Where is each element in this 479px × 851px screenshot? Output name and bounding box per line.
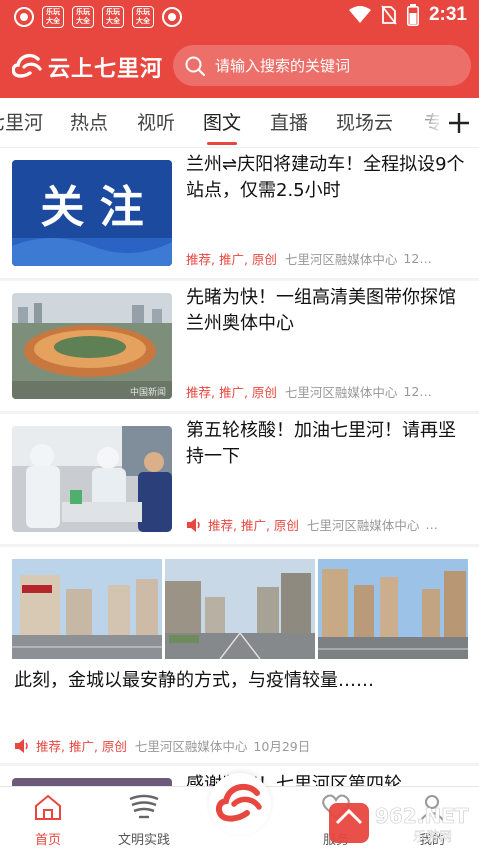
article-tags: 推荐, 推广, 原创 — [186, 252, 277, 267]
stadium-photo: 中国新闻 — [12, 293, 172, 399]
photo-watermark: 中国新闻 — [130, 386, 166, 398]
status-bar: 乐玩大全 乐玩大全 乐玩大全 乐玩大全 2:31 — [0, 0, 479, 33]
app-header: 云上七里河 请输入搜索的关键词 — [0, 33, 479, 98]
speaker-icon[interactable] — [186, 517, 202, 532]
watermark-sub: 乐游网 — [413, 830, 452, 845]
speaker-icon[interactable] — [14, 738, 30, 753]
app-notification-icon — [14, 7, 34, 27]
search-placeholder: 请输入搜索的关键词 — [215, 57, 351, 75]
no-sim-icon — [381, 5, 397, 25]
skyline-photo — [318, 559, 468, 659]
article-source: 七里河区融媒体中心 — [306, 518, 420, 533]
clock: 2:31 — [428, 4, 467, 25]
article-feed: 关 注 兰州⇌庆阳将建动车！全程拟设9个站点，仅需2.5小时 推荐, 推广, 原… — [0, 148, 479, 786]
article-title[interactable]: 第五轮核酸！加油七里河！请再坚持一下 — [186, 418, 468, 470]
article-thumbnail: 关 注 — [12, 160, 172, 266]
article-source: 七里河区融媒体中心 — [284, 252, 398, 267]
article-tags: 推荐, 推广, 原创 — [208, 518, 299, 533]
search-icon — [185, 56, 205, 76]
empty-avenue-photo — [165, 559, 315, 659]
article-time: 10月29日 — [253, 739, 311, 754]
article-title[interactable]: 此刻，金城以最安静的方式，与疫情较量…… — [14, 668, 464, 694]
cloud-logo-icon — [215, 783, 262, 822]
article-time: … — [425, 517, 438, 532]
article-meta: 推荐, 推广, 原创 七里河区融媒体中心 12… — [186, 249, 432, 268]
article-title[interactable]: 先睹为快！一组高清美图带你探馆兰州奥体中心 — [186, 285, 468, 337]
article-card[interactable]: 关 注 兰州⇌庆阳将建动车！全程拟设9个站点，仅需2.5小时 推荐, 推广, 原… — [0, 148, 479, 278]
add-channel-button[interactable] — [439, 98, 479, 147]
article-source: 七里河区融媒体中心 — [284, 385, 398, 400]
bottom-navigation: 首页 文明实践 服务 我的 962.NET 乐游网 — [0, 773, 479, 851]
system-icons: 2:31 — [348, 4, 467, 26]
badge-notification-icon: 乐玩大全 — [132, 6, 154, 28]
article-meta: 推荐, 推广, 原创 七里河区融媒体中心 … — [186, 515, 438, 534]
article-tags: 推荐, 推广, 原创 — [36, 739, 127, 754]
site-watermark: 962.NET 乐游网 — [329, 803, 469, 845]
attention-banner-image: 关 注 — [12, 160, 172, 266]
app-name: 云上七里河 — [48, 57, 164, 82]
watermark-text: 962.NET — [375, 804, 469, 828]
article-time: 12… — [403, 384, 432, 399]
tab-hot[interactable]: 热点 — [70, 108, 108, 135]
cloud-logo-icon — [12, 53, 42, 78]
article-thumbnail — [12, 778, 172, 786]
nav-civilization-label: 文明实践 — [117, 833, 170, 848]
home-icon — [35, 794, 61, 820]
tab-qilihe[interactable]: 七里河 — [0, 108, 43, 135]
channel-tabs: 七里河 热点 视听 图文 直播 现场云 专题 — [0, 98, 479, 148]
article-time: 12… — [403, 251, 432, 266]
article-title[interactable]: 兰州⇌庆阳将建动车！全程拟设9个站点，仅需2.5小时 — [186, 152, 468, 204]
tab-video[interactable]: 视听 — [137, 108, 175, 135]
nucleic-acid-testing-photo — [12, 426, 172, 532]
search-input[interactable]: 请输入搜索的关键词 — [173, 45, 471, 86]
notification-icons: 乐玩大全 乐玩大全 乐玩大全 乐玩大全 — [14, 6, 182, 28]
city-street-photo — [12, 559, 162, 659]
article-meta: 推荐, 推广, 原创 七里河区融媒体中心 12… — [186, 382, 432, 401]
article-thumbnail — [12, 426, 172, 532]
nav-center-button[interactable] — [209, 773, 271, 835]
app-notification-icon — [162, 7, 182, 27]
article-meta: 推荐, 推广, 原创 七里河区融媒体中心 10月29日 — [14, 736, 310, 755]
active-tab-indicator — [207, 142, 237, 145]
nav-civilization[interactable]: 文明实践 — [104, 793, 184, 848]
nav-home-label: 首页 — [34, 833, 61, 848]
app-logo: 云上七里河 — [12, 51, 163, 83]
article-card[interactable]: 此刻，金城以最安静的方式，与疫情较量…… 推荐, 推广, 原创 七里河区融媒体中… — [0, 547, 479, 763]
badge-notification-icon: 乐玩大全 — [102, 6, 124, 28]
civilization-icon — [129, 794, 159, 819]
article-thumbnail: 中国新闻 — [12, 293, 172, 399]
thumbnail-caption: 关 注 — [40, 182, 143, 233]
tab-live[interactable]: 直播 — [270, 108, 308, 135]
nav-home[interactable]: 首页 — [8, 793, 88, 848]
battery-icon — [406, 4, 419, 26]
article-tags: 推荐, 推广, 原创 — [186, 385, 277, 400]
badge-notification-icon: 乐玩大全 — [42, 6, 64, 28]
article-card[interactable]: 中国新闻 先睹为快！一组高清美图带你探馆兰州奥体中心 推荐, 推广, 原创 七里… — [0, 281, 479, 411]
tab-scene-cloud[interactable]: 现场云 — [336, 108, 393, 135]
article-card[interactable]: 第五轮核酸！加油七里河！请再坚持一下 推荐, 推广, 原创 七里河区融媒体中心 … — [0, 414, 479, 544]
article-source: 七里河区融媒体中心 — [134, 739, 248, 754]
tab-photo-text[interactable]: 图文 — [203, 108, 241, 135]
plus-icon — [449, 113, 469, 133]
wifi-icon — [348, 6, 371, 23]
badge-notification-icon: 乐玩大全 — [72, 6, 94, 28]
